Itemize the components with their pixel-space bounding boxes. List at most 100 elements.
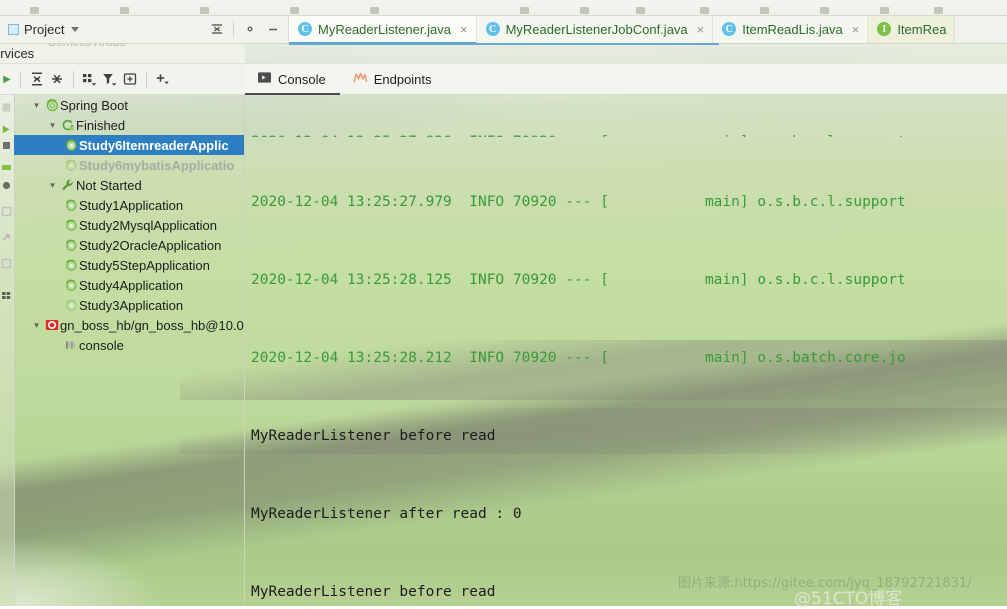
services-title-label: ervices xyxy=(0,46,34,61)
chevron-down-icon[interactable]: ▾ xyxy=(30,100,43,111)
services-tree: ▾ Spring Boot ▾ Finished xyxy=(14,95,245,606)
tree-item-gn-boss-hb[interactable]: ▾ gn_boss_hb/gn_boss_hb@10.0.2 xyxy=(14,315,244,335)
chevron-down-icon[interactable]: ▾ xyxy=(46,120,59,131)
spring-app-icon xyxy=(62,238,79,252)
editor-tab-myreaderlistenerjobconf[interactable]: C MyReaderListenerJobConf.java × xyxy=(477,15,714,43)
console-line: 2020-12-04 13:25:27.836 INFO 70920 --- [… xyxy=(251,129,1007,137)
services-toolbar: ▶ xyxy=(0,64,245,95)
spring-app-icon xyxy=(62,198,79,212)
collapse-all-icon[interactable] xyxy=(210,22,224,36)
rail-box-icon[interactable] xyxy=(1,206,12,217)
toolbar-glyph xyxy=(880,7,889,14)
toolbar-glyph xyxy=(700,7,709,14)
build-icon[interactable] xyxy=(1,162,12,173)
tree-item-study1application[interactable]: Study1Application xyxy=(14,195,244,215)
close-icon[interactable]: × xyxy=(852,23,860,36)
spring-app-icon xyxy=(62,158,79,172)
add-tab-icon[interactable] xyxy=(120,69,140,89)
toolbar-glyph xyxy=(580,7,589,14)
toolbar-glyph xyxy=(636,7,645,14)
wrench-icon xyxy=(59,178,76,192)
project-panel-icon xyxy=(8,24,19,35)
editor-tab-label: ItemReadLis.java xyxy=(742,22,842,37)
active-tab-underline xyxy=(289,43,719,45)
editor-tab-label: MyReaderListener.java xyxy=(318,22,451,37)
project-title-label: Project xyxy=(24,22,64,37)
rail-box2-icon[interactable] xyxy=(1,258,12,269)
tree-item-study5stepapplication[interactable]: Study5StepApplication xyxy=(14,255,244,275)
tree-item-label: Study2OracleApplication xyxy=(79,238,221,253)
tree-item-label: Study1Application xyxy=(79,198,183,213)
spring-app-icon xyxy=(62,278,79,292)
tree-item-label: Study6mybatisApplicatio xyxy=(79,158,234,173)
endpoints-icon xyxy=(352,70,368,88)
tree-item-study2mysqlapplication[interactable]: Study2MysqlApplication xyxy=(14,215,244,235)
console-line: 2020-12-04 13:25:28.212 INFO 70920 --- [… xyxy=(251,345,1007,371)
rail-grid-icon[interactable] xyxy=(1,290,12,301)
collapse-all-icon[interactable] xyxy=(47,69,67,89)
project-toolwindow-header[interactable]: Project xyxy=(0,15,289,43)
expand-all-icon[interactable] xyxy=(27,69,47,89)
run-icon[interactable]: ▶ xyxy=(0,74,14,85)
toolbar-glyph xyxy=(120,7,129,14)
toolbar-divider xyxy=(20,71,21,88)
settings-rail-icon[interactable] xyxy=(1,180,12,191)
tree-item-study6itemreaderapplication[interactable]: Study6ItemreaderApplic xyxy=(14,135,245,155)
minimize-icon[interactable] xyxy=(266,22,280,36)
console-icon xyxy=(62,338,79,352)
chevron-down-icon[interactable] xyxy=(71,27,79,32)
editor-tab-myreaderlistener[interactable]: C MyReaderListener.java × xyxy=(289,15,477,43)
add-service-icon[interactable] xyxy=(153,69,173,89)
tree-item-study6mybatisapplication[interactable]: Study6mybatisApplicatio xyxy=(14,155,244,175)
console-output[interactable]: 2020-12-04 13:25:27.836 INFO 70920 --- [… xyxy=(245,95,1007,606)
tree-item-study2oracleapplication[interactable]: Study2OracleApplication xyxy=(14,235,244,255)
tree-item-label: Study6ItemreaderApplic xyxy=(79,138,229,153)
debug-icon[interactable] xyxy=(1,124,12,135)
interface-icon: I xyxy=(877,22,891,36)
tab-label: Endpoints xyxy=(374,72,432,87)
stop-gray-icon[interactable] xyxy=(1,140,12,151)
toolbar-glyph xyxy=(200,7,209,14)
left-tool-rail xyxy=(0,44,15,606)
spring-boot-icon xyxy=(43,98,60,112)
tool-rail-square-icon[interactable] xyxy=(1,102,12,113)
editor-tab-itemrea[interactable]: I ItemRea xyxy=(868,15,955,43)
chevron-down-icon[interactable]: ▾ xyxy=(30,320,43,331)
gear-icon[interactable] xyxy=(243,22,257,36)
tree-item-study4application[interactable]: Study4Application xyxy=(14,275,244,295)
tree-item-spring-boot[interactable]: ▾ Spring Boot xyxy=(14,95,244,115)
services-toolwindow-header[interactable]: Seminis Kraue ervices xyxy=(0,44,245,64)
tree-item-label: console xyxy=(79,338,124,353)
close-icon[interactable]: × xyxy=(460,23,468,36)
toolbar-divider xyxy=(233,21,234,37)
tab-endpoints[interactable]: Endpoints xyxy=(340,64,446,94)
editor-tab-itemreadlis[interactable]: C ItemReadLis.java × xyxy=(713,15,868,43)
tab-console[interactable]: Console xyxy=(245,64,340,94)
upper-toolbar-strip xyxy=(0,0,1007,16)
tree-item-label: gn_boss_hb/gn_boss_hb@10.0.2 xyxy=(60,318,245,333)
editor-tab-label: ItemRea xyxy=(897,22,946,37)
tree-item-label: Study2MysqlApplication xyxy=(79,218,217,233)
toolbar-glyph xyxy=(820,7,829,14)
spring-app-icon xyxy=(62,258,79,272)
editor-tab-bar: Project xyxy=(0,15,1007,44)
tree-item-study3application[interactable]: Study3Application xyxy=(14,295,244,315)
console-line: MyReaderListener after read : 0 xyxy=(251,501,1007,527)
finished-icon xyxy=(59,118,76,132)
run-tool-tabs: Console Endpoints xyxy=(245,64,1007,95)
toolbar-glyph xyxy=(934,7,943,14)
chevron-down-icon[interactable]: ▾ xyxy=(46,180,59,191)
close-icon[interactable]: × xyxy=(697,23,705,36)
tree-item-label: Not Started xyxy=(76,178,142,193)
tree-item-console[interactable]: console xyxy=(14,335,244,355)
tree-item-label: Finished xyxy=(76,118,125,133)
group-by-icon[interactable] xyxy=(80,69,100,89)
spring-app-icon xyxy=(62,218,79,232)
tree-item-finished[interactable]: ▾ Finished xyxy=(14,115,244,135)
class-icon: C xyxy=(298,22,312,36)
rail-arrow-icon[interactable] xyxy=(1,232,12,243)
tree-item-not-started[interactable]: ▾ Not Started xyxy=(14,175,244,195)
toolbar-glyph xyxy=(30,7,39,14)
toolbar-glyph xyxy=(760,7,769,14)
filter-icon[interactable] xyxy=(100,69,120,89)
